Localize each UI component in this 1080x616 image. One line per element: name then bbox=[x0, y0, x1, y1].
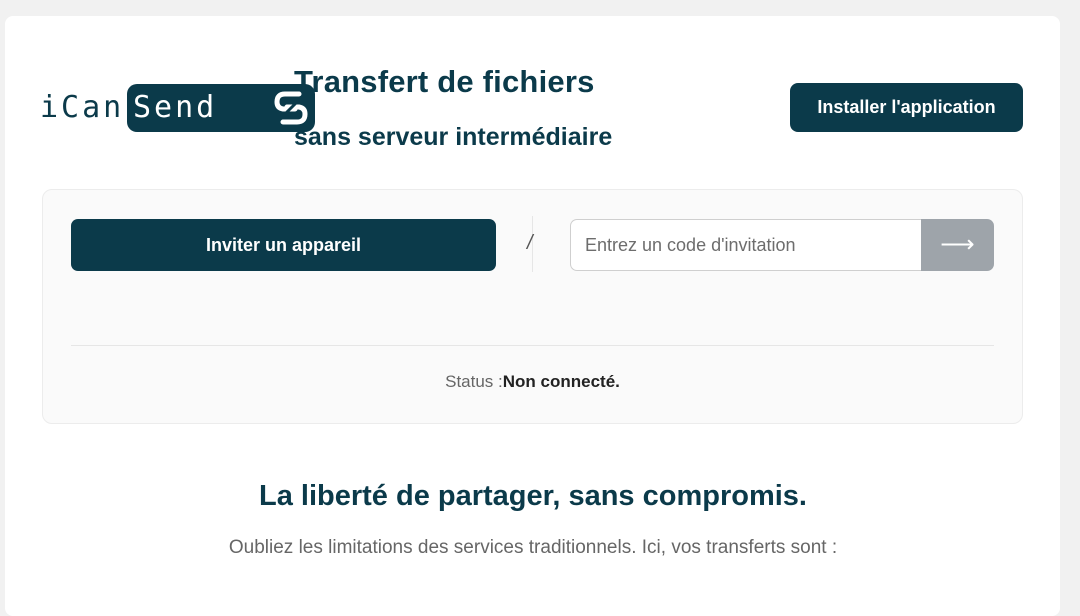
arrow-right-icon: ⟶ bbox=[940, 231, 975, 258]
logo-prefix: iCan bbox=[40, 90, 125, 125]
hero-text: Oubliez les limitations des services tra… bbox=[228, 537, 838, 558]
connection-status: Status :Non connecté. bbox=[43, 372, 1022, 392]
status-label: Status : bbox=[445, 372, 503, 391]
invitation-code-input[interactable] bbox=[570, 219, 922, 271]
logo[interactable]: iCan Send bbox=[40, 84, 315, 132]
logo-pill: Send bbox=[127, 84, 315, 132]
connect-panel: Inviter un appareil / ⟶ Status :Non conn… bbox=[42, 189, 1023, 424]
page-title: Transfert de fichiers bbox=[294, 64, 595, 99]
install-app-button[interactable]: Installer l'application bbox=[790, 83, 1023, 132]
status-value: Non connecté. bbox=[502, 372, 620, 391]
page-subtitle: sans serveur intermédiaire bbox=[294, 123, 613, 151]
logo-highlight: Send bbox=[133, 90, 218, 125]
horizontal-divider bbox=[71, 345, 994, 346]
or-separator: / bbox=[527, 232, 533, 254]
hero-title: La liberté de partager, sans compromis. bbox=[259, 480, 807, 512]
submit-code-button[interactable]: ⟶ bbox=[921, 219, 994, 271]
invite-device-button[interactable]: Inviter un appareil bbox=[71, 219, 496, 271]
